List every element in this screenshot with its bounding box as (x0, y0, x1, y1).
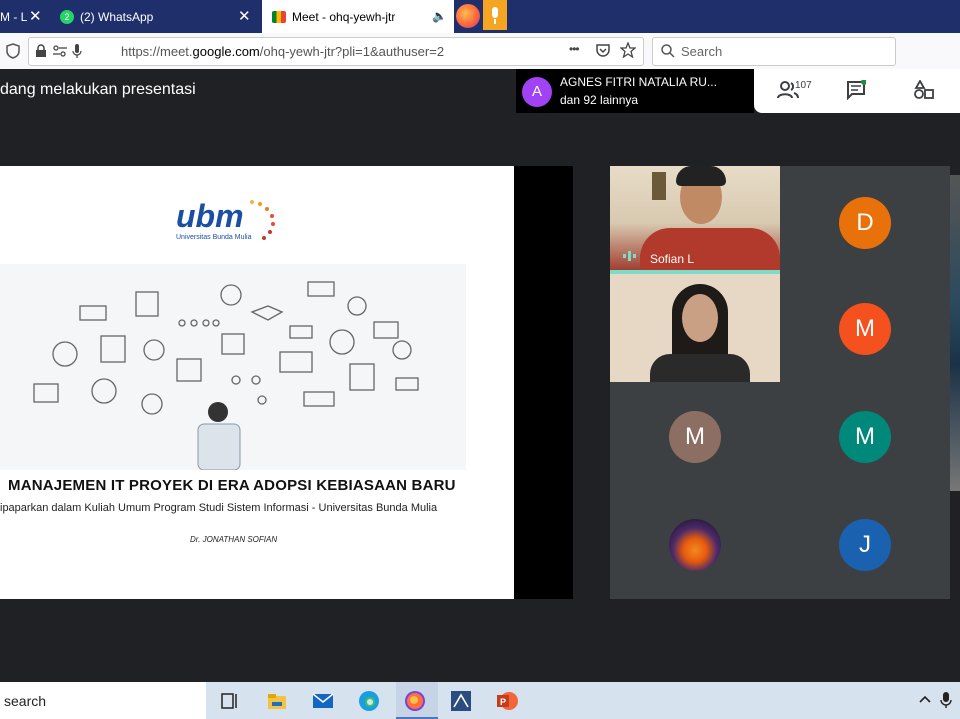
participant-avatar: M (839, 303, 891, 355)
participant-tile[interactable]: J (780, 490, 950, 599)
search-placeholder: Search (681, 44, 723, 59)
participant-avatar: D (839, 197, 891, 249)
partial-participant-strip (950, 175, 960, 491)
audio-level-icon (623, 251, 636, 261)
chat-icon[interactable] (846, 80, 866, 100)
browser-tab-bar: M - L ✕ 2 (2) WhatsApp ✕ Meet - ohq-yewh… (0, 0, 960, 33)
taskbar-search-label: search (4, 693, 47, 709)
presentation-stage: ubm Universitas Bunda Mulia MANAJEMEN IT… (0, 166, 573, 599)
search-input[interactable]: Search (652, 37, 896, 66)
file-explorer-icon[interactable] (266, 690, 288, 712)
participant-video (610, 274, 780, 382)
powerpoint-icon[interactable]: P (496, 690, 518, 712)
url-suffix: /ohq-yewh-jtr?pli=1&authuser=2 (259, 44, 445, 59)
chevron-up-icon[interactable] (918, 694, 932, 704)
svg-text:P: P (500, 697, 506, 707)
presentation-slide: ubm Universitas Bunda Mulia MANAJEMEN IT… (0, 166, 514, 599)
url-text: https://meet.google.com/ohq-yewh-jtr?pli… (121, 44, 444, 59)
microphone-icon[interactable] (483, 0, 507, 30)
microphone-tray-icon[interactable] (940, 691, 952, 709)
presenter-name: AGNES FITRI NATALIA RU... (560, 75, 717, 89)
presenter-avatar: A (522, 77, 552, 107)
whatsapp-icon: 2 (60, 9, 74, 24)
close-icon[interactable]: ✕ (238, 7, 251, 25)
slide-author: Dr. JONATHAN SOFIAN (190, 535, 278, 544)
google-meet-icon (272, 10, 286, 23)
taskbar-search-box[interactable]: search (0, 682, 206, 719)
meet-top-controls (754, 69, 960, 113)
presenting-status: dang melakukan presentasi (0, 81, 196, 98)
tab-label: Meet - ohq-yewh-jtr (292, 9, 396, 24)
participant-tile[interactable]: D (780, 166, 950, 274)
tab-meet[interactable]: Meet - ohq-yewh-jtr 🔈 (262, 0, 454, 33)
slide-subtitle: ipaparkan dalam Kuliah Umum Program Stud… (0, 502, 438, 514)
microphone-permission-icon[interactable] (72, 43, 82, 59)
slide-title: MANAJEMEN IT PROYEK DI ERA ADOPSI KEBIAS… (8, 477, 456, 494)
participant-avatar: M (669, 411, 721, 463)
activities-icon[interactable] (914, 80, 934, 100)
participant-avatar (669, 519, 721, 571)
logo-accent: u (176, 198, 196, 234)
presenter-card[interactable]: A AGNES FITRI NATALIA RU... dan 92 lainn… (516, 69, 754, 113)
edge-browser-icon[interactable] (358, 690, 380, 712)
slide-illustration (0, 264, 466, 471)
windows-taskbar: search P (0, 682, 960, 719)
tab-label: M - L (0, 9, 28, 24)
url-field[interactable]: https://meet.google.com/ohq-yewh-jtr?pli… (28, 37, 644, 66)
participant-tile[interactable]: M (780, 382, 950, 490)
tab-label: (2) WhatsApp (80, 9, 154, 24)
participant-count: 107 (795, 80, 812, 91)
participant-tile[interactable]: Sofian L (610, 166, 780, 274)
url-prefix: https://meet. (121, 44, 193, 59)
shield-icon[interactable] (6, 43, 20, 59)
search-icon (661, 44, 675, 58)
bookmark-star-icon[interactable] (620, 42, 636, 58)
participant-tile[interactable] (610, 490, 780, 599)
lock-icon[interactable] (35, 44, 47, 58)
close-icon[interactable]: ✕ (29, 7, 42, 25)
logo-dots-icon (250, 200, 275, 240)
participant-tile[interactable]: M (780, 274, 950, 382)
participant-name: Sofian L (650, 252, 695, 266)
participant-avatar: J (839, 519, 891, 571)
url-domain: google.com (192, 44, 260, 59)
remote-desktop-icon[interactable] (450, 690, 472, 712)
task-view-icon[interactable] (219, 690, 241, 712)
page-actions-menu-icon[interactable]: ••• (569, 42, 580, 56)
tab-previous[interactable]: M - L ✕ (0, 0, 48, 33)
tab-whatsapp[interactable]: 2 (2) WhatsApp ✕ (52, 0, 260, 33)
permissions-icon[interactable] (52, 44, 68, 58)
address-toolbar: https://meet.google.com/ohq-yewh-jtr?pli… (0, 33, 960, 70)
mail-icon[interactable] (312, 690, 334, 712)
presenter-others: dan 92 lainnya (560, 93, 639, 107)
meet-window: dang melakukan presentasi A AGNES FITRI … (0, 69, 960, 682)
participant-tile[interactable]: M (610, 382, 780, 490)
speaker-icon[interactable]: 🔈 (432, 9, 447, 23)
firefox-icon[interactable] (456, 4, 480, 28)
firefox-taskbar-icon[interactable] (404, 690, 426, 712)
participant-avatar: M (839, 411, 891, 463)
pocket-icon[interactable] (595, 43, 611, 58)
participant-tile[interactable] (610, 274, 780, 382)
business-icons-illustration (33, 281, 419, 471)
